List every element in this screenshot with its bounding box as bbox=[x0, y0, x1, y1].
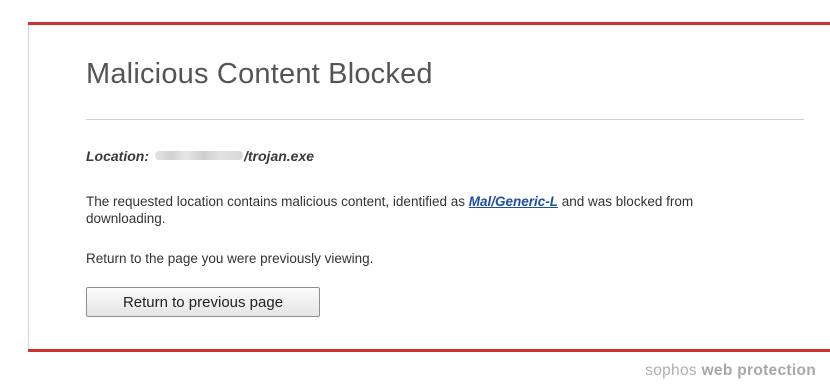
location-path: /trojan.exe bbox=[244, 148, 315, 164]
top-red-rule bbox=[28, 22, 830, 25]
block-message: The requested location contains maliciou… bbox=[86, 193, 776, 227]
footer-brand: sophos web protection bbox=[645, 362, 816, 380]
footer-brand-light: sophos bbox=[645, 362, 697, 379]
bottom-red-rule bbox=[28, 349, 830, 352]
threat-name-link[interactable]: Mal/Generic-L bbox=[469, 194, 558, 209]
redacted-host bbox=[155, 151, 243, 160]
title-divider bbox=[86, 119, 804, 120]
return-instruction: Return to the page you were previously v… bbox=[86, 251, 374, 266]
footer-brand-bold: web protection bbox=[701, 362, 816, 379]
message-before: The requested location contains maliciou… bbox=[86, 194, 469, 209]
location-label: Location: bbox=[86, 148, 149, 164]
location-line: Location: /trojan.exe bbox=[86, 148, 314, 164]
page-title: Malicious Content Blocked bbox=[86, 58, 433, 90]
return-to-previous-page-button[interactable]: Return to previous page bbox=[86, 287, 320, 317]
